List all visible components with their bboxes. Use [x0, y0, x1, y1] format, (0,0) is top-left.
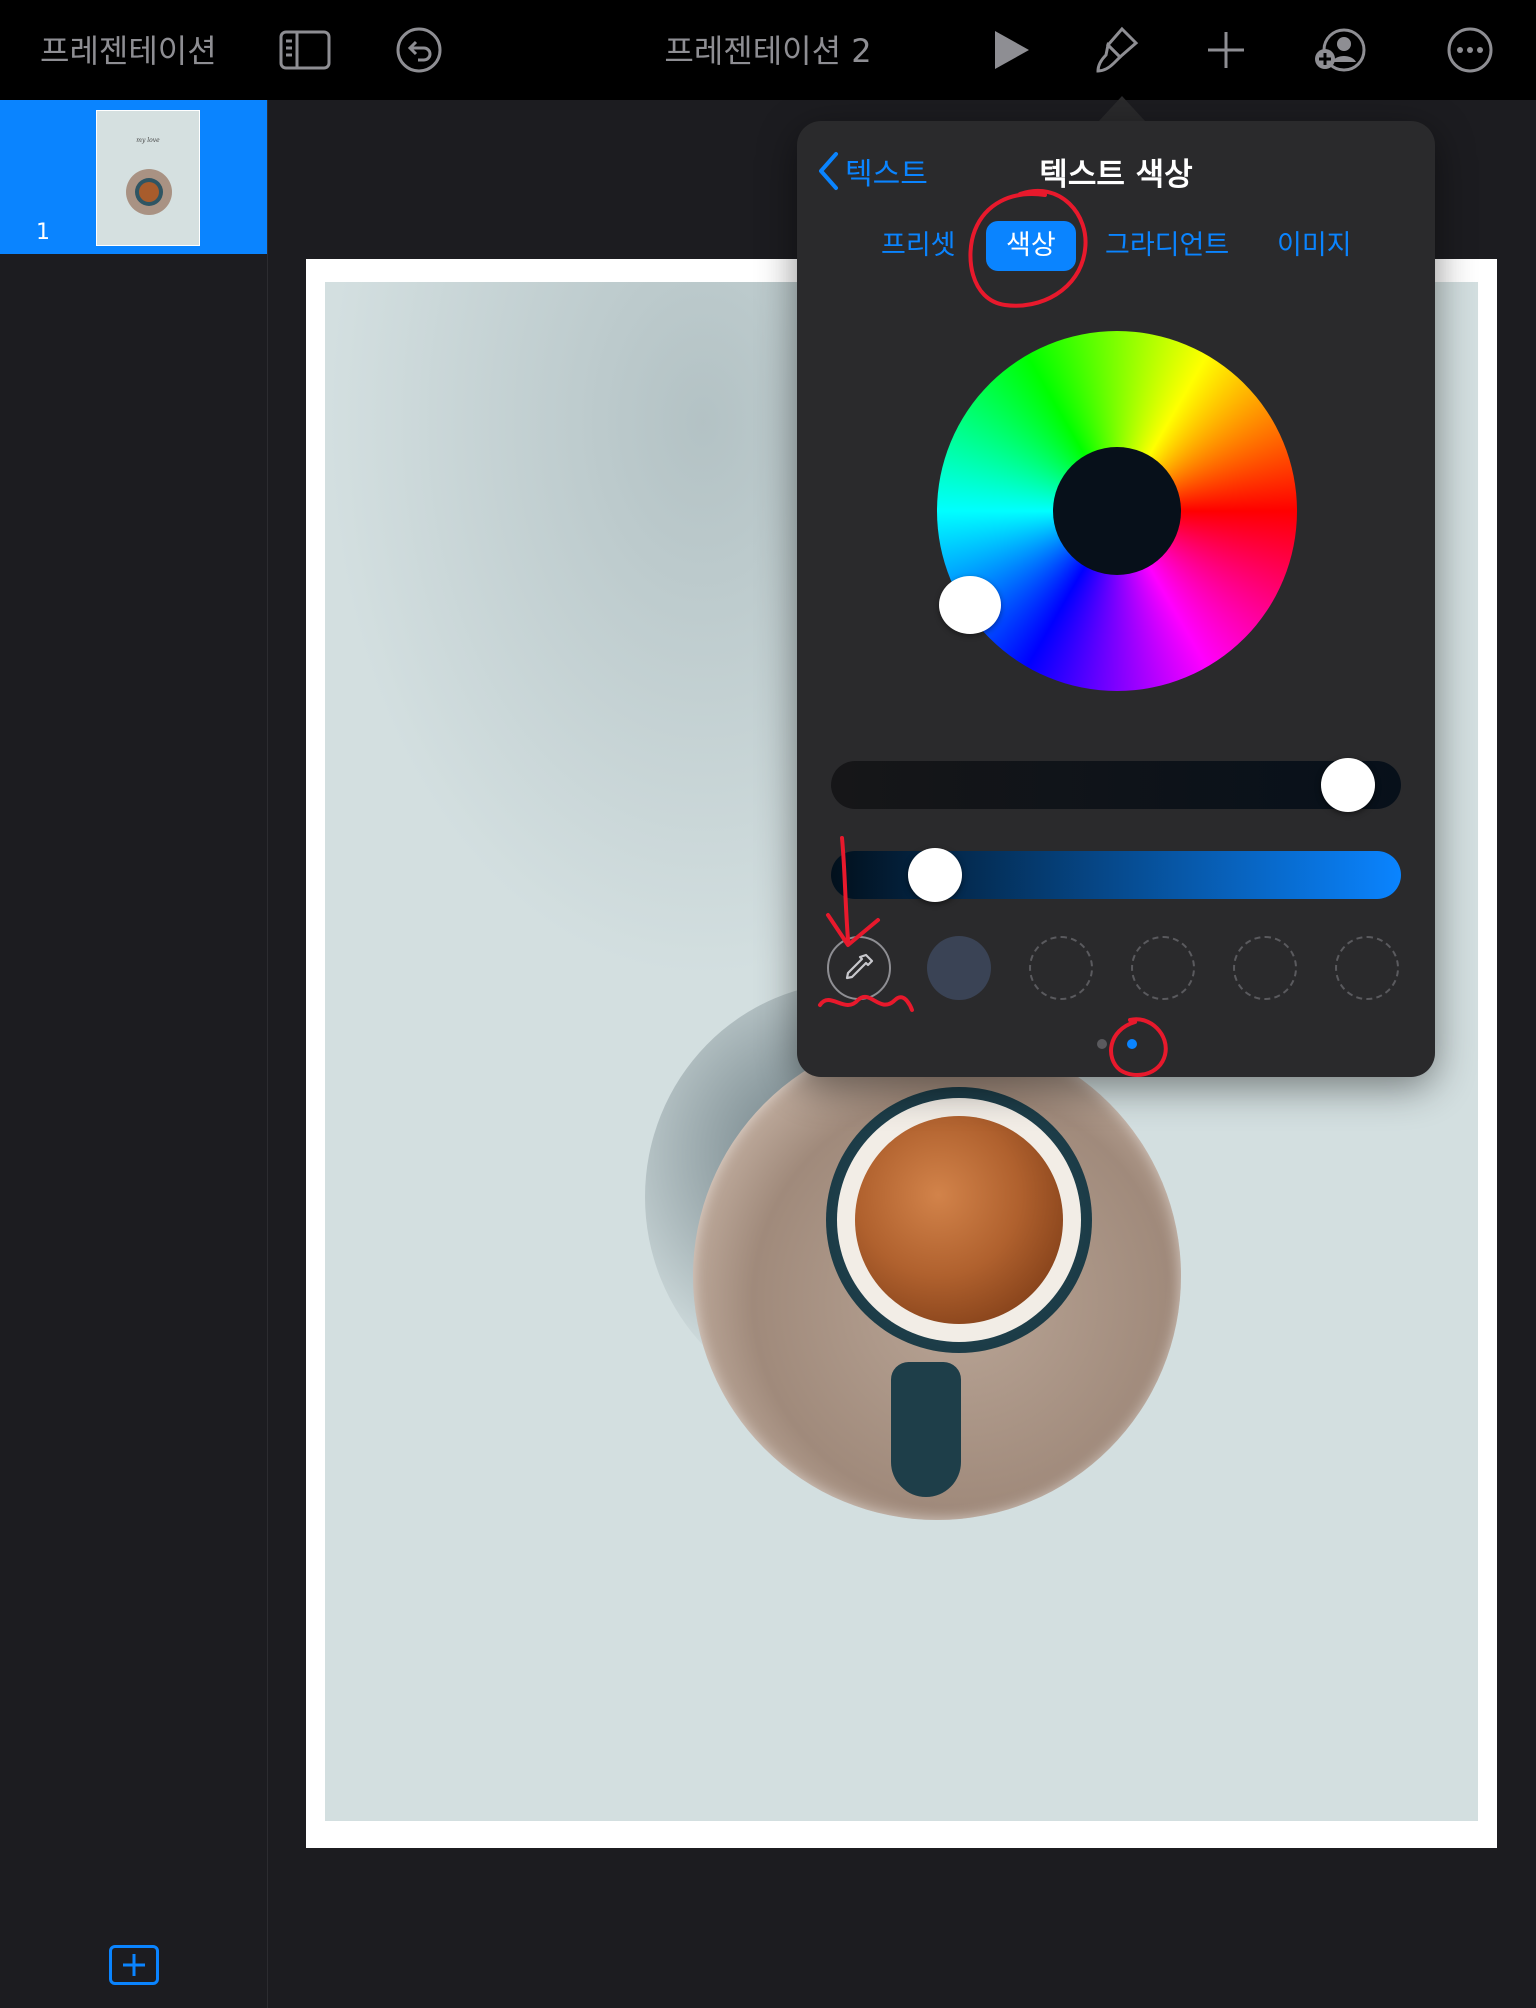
- saved-color-swatch[interactable]: [1131, 936, 1195, 1000]
- slide-navigator: 1 my love: [0, 100, 268, 2008]
- page-indicator-dot[interactable]: [1097, 1039, 1107, 1049]
- text-color-popover: 텍스트 텍스트 색상 프리셋 색상 그라디언트 이미지: [797, 121, 1435, 1077]
- chevron-left-icon: [819, 152, 838, 190]
- play-icon[interactable]: [981, 20, 1041, 80]
- thumbnail-coffee: [139, 182, 159, 202]
- slide-thumbnail[interactable]: my love: [96, 110, 200, 246]
- thumbnail-title: my love: [136, 137, 160, 144]
- tab-image[interactable]: 이미지: [1277, 221, 1352, 271]
- format-brush-icon[interactable]: [1087, 20, 1147, 80]
- coffee-image: [855, 1116, 1063, 1324]
- saved-color-swatch[interactable]: [1233, 936, 1297, 1000]
- saved-color-swatch[interactable]: [1335, 936, 1399, 1000]
- opacity-slider[interactable]: [831, 848, 1401, 902]
- saved-colors-row: [827, 936, 1427, 1002]
- back-button[interactable]: 텍스트: [817, 149, 928, 193]
- documents-button[interactable]: 프레젠테이션: [40, 26, 217, 72]
- color-wheel-knob[interactable]: [939, 576, 1001, 634]
- tab-color[interactable]: 색상: [986, 221, 1076, 271]
- add-icon[interactable]: [1196, 20, 1256, 80]
- saved-color-swatch[interactable]: [1029, 936, 1093, 1000]
- document-title: 프레젠테이션 2: [664, 32, 872, 70]
- tab-gradient[interactable]: 그라디언트: [1105, 221, 1229, 271]
- page-indicator-dot-active[interactable]: [1127, 1039, 1137, 1049]
- sidebar-toggle-icon[interactable]: [275, 20, 335, 80]
- undo-icon[interactable]: [389, 20, 449, 80]
- add-slide-button[interactable]: [109, 1945, 159, 1985]
- popover-arrow: [1098, 96, 1146, 122]
- opacity-slider-thumb[interactable]: [908, 848, 963, 902]
- tab-preset[interactable]: 프리셋: [881, 221, 956, 271]
- selected-color-preview: [1053, 447, 1181, 575]
- slide-number: 1: [36, 220, 50, 245]
- brightness-slider-thumb[interactable]: [1321, 758, 1376, 812]
- toolbar: 프레젠테이션 프레젠테이션 2: [0, 0, 1536, 100]
- eyedropper-button[interactable]: [827, 936, 891, 1000]
- saved-color-swatch[interactable]: [927, 936, 991, 1000]
- slide-thumbnail-row[interactable]: 1 my love: [0, 100, 267, 254]
- collaborate-icon[interactable]: [1310, 20, 1370, 80]
- plus-icon: [123, 1954, 145, 1976]
- eyedropper-icon: [845, 953, 874, 980]
- more-icon[interactable]: [1440, 20, 1500, 80]
- mug-handle-image: [891, 1362, 961, 1497]
- background-shadow: [325, 282, 865, 982]
- back-label: 텍스트: [845, 157, 928, 192]
- brightness-slider[interactable]: [831, 758, 1401, 812]
